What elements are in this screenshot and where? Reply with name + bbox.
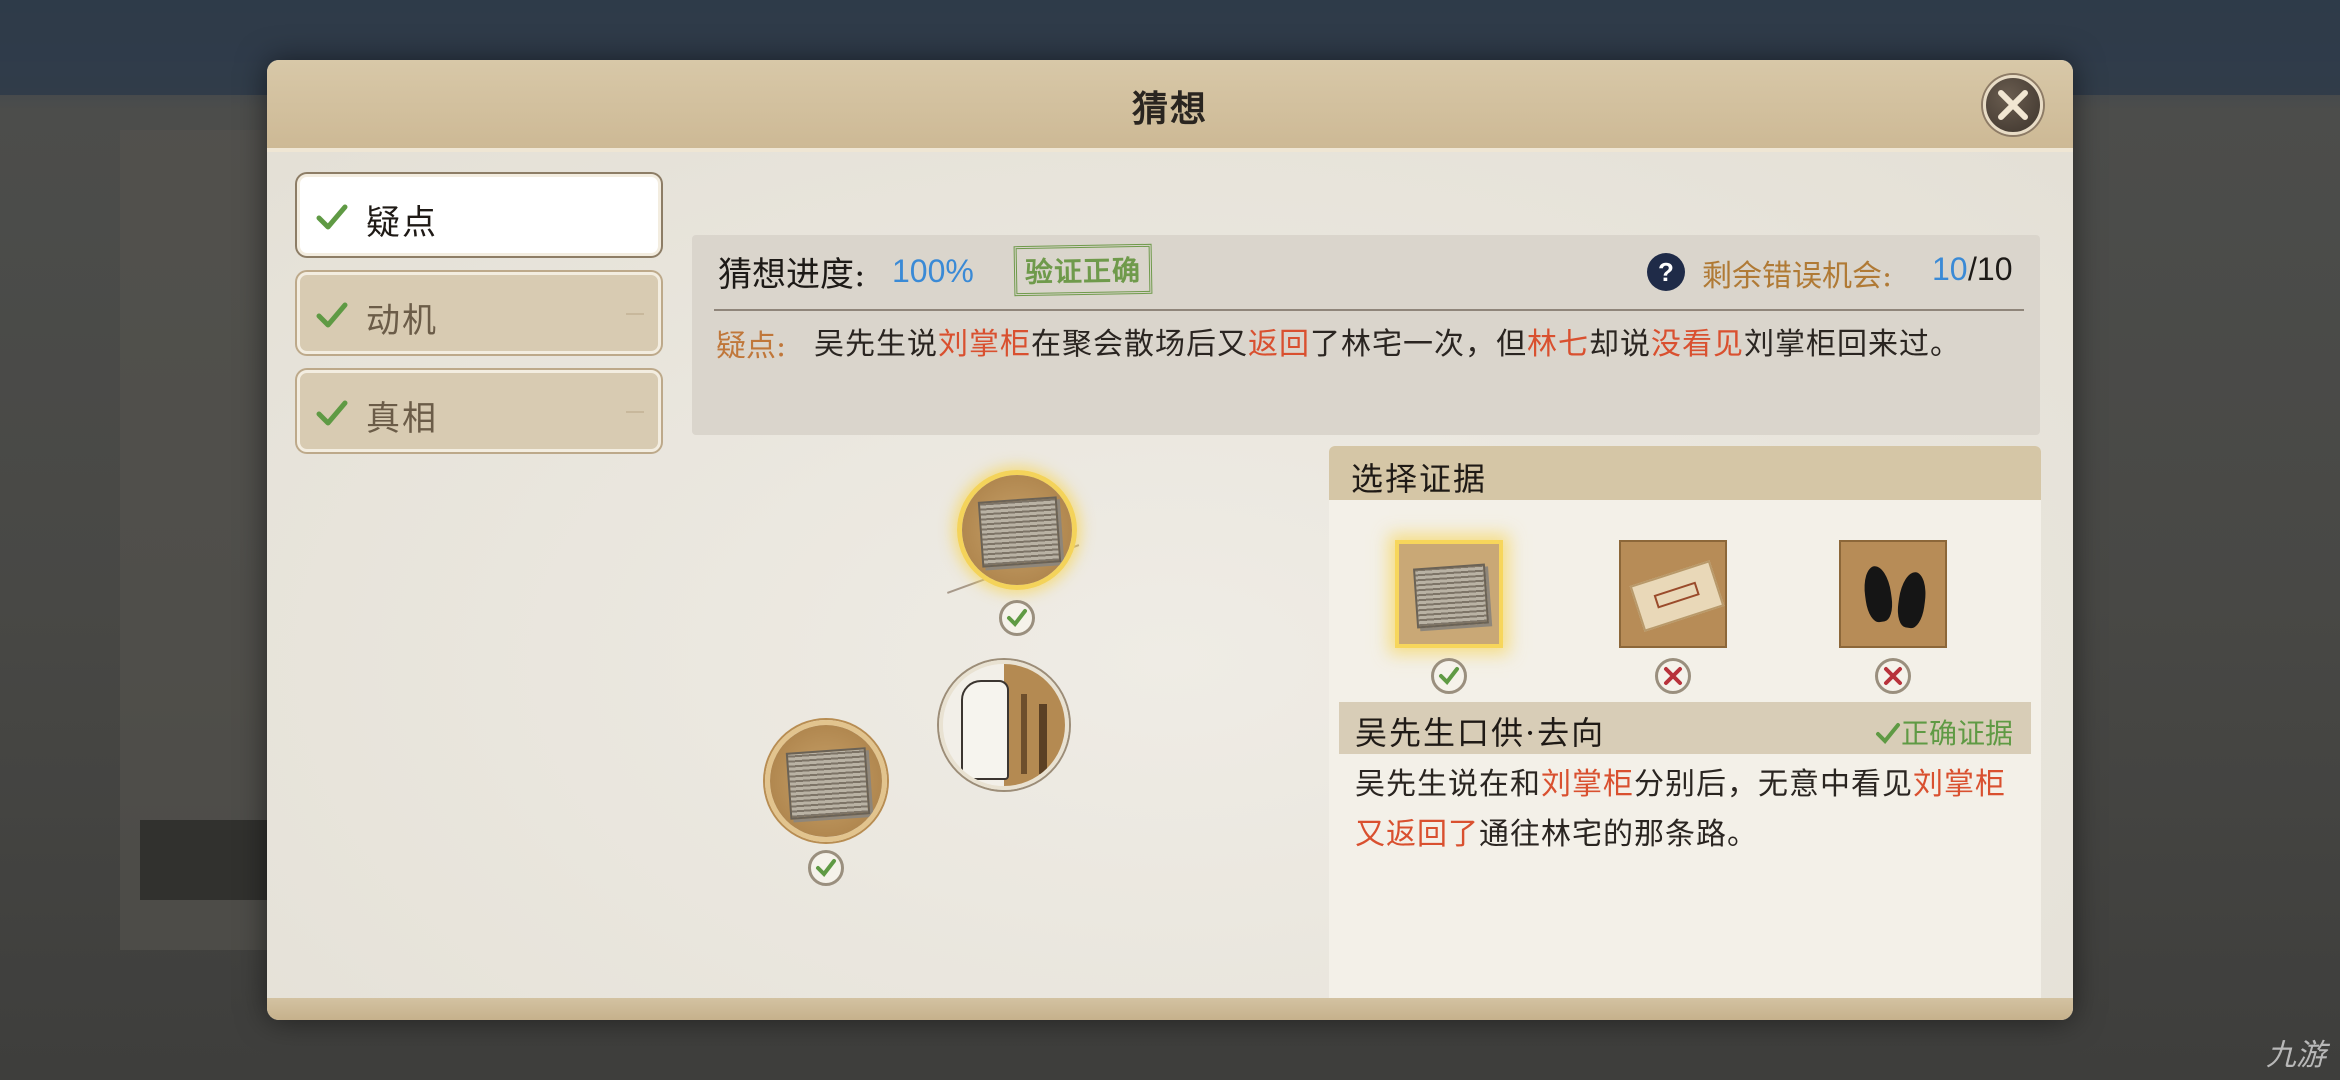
tab-truth[interactable]: 真相 (297, 370, 661, 452)
help-icon[interactable]: ? (1647, 253, 1685, 291)
tab-dash (626, 411, 644, 413)
doubt-info-panel: 猜想进度: 100% 验证正确 ? 剩余错误机会: 10 /10 疑点: 吴先生… (692, 235, 2040, 435)
ledger-icon (1412, 563, 1490, 629)
tab-motive[interactable]: 动机 (297, 272, 661, 354)
dialog-body: 疑点 动机 真相 猜想进度: 100% 验证正确 ? 剩余错误机会: 10 /1… (267, 152, 2073, 1020)
dialog-title: 猜想 (1131, 88, 1208, 130)
ledger-icon (977, 496, 1061, 568)
close-button[interactable] (1983, 75, 2043, 135)
watermark: 九游 (2266, 1039, 2326, 1072)
doubt-text: 吴先生说刘掌柜在聚会散场后又返回了林宅一次，但林七却说没看见刘掌柜回来过。 (814, 327, 1961, 362)
chances-left: 10 (1932, 251, 1968, 287)
node-correct-badge (999, 600, 1035, 636)
check-icon (316, 302, 348, 328)
evidence-slot-ledger[interactable] (1395, 540, 1503, 648)
cross-icon (1884, 667, 1902, 685)
dialog-footer (267, 998, 2073, 1020)
ticket-icon (1629, 560, 1725, 632)
tab-label: 动机 (366, 301, 438, 341)
ledger-icon (785, 746, 871, 820)
evidence-name: 吴先生口供·去向 (1355, 714, 1606, 752)
evidence-name-bar: 吴先生口供·去向 正确证据 (1339, 702, 2031, 754)
progress-label: 猜想进度: (718, 255, 866, 295)
evidence-wrong-badge (1655, 658, 1691, 694)
evidence-correct-badge (1431, 658, 1467, 694)
check-icon (1875, 723, 1900, 744)
dialog-header: 猜想 (267, 60, 2073, 152)
close-icon (1998, 90, 2028, 120)
verified-stamp: 验证正确 (1013, 243, 1153, 297)
graph-node-center[interactable] (939, 660, 1069, 790)
conjecture-dialog: 猜想 疑点 动机 真相 猜想进度: 100% 验证正确 ? 剩余错误机会: 10… (267, 60, 2073, 1020)
check-icon (316, 204, 348, 230)
doubt-label: 疑点: (716, 329, 787, 364)
evidence-title: 选择证据 (1351, 460, 1488, 498)
tab-label: 真相 (366, 399, 438, 439)
node-correct-badge (808, 850, 844, 886)
check-icon (1439, 667, 1459, 686)
graph-node-ledger[interactable] (765, 720, 887, 842)
check-icon (816, 859, 836, 878)
check-icon (1007, 609, 1027, 628)
cross-icon (1664, 667, 1682, 685)
evidence-description: 吴先生说在和刘掌柜分别后，无意中看见刘掌柜又返回了通往林宅的那条路。 (1355, 767, 2006, 852)
divider (714, 309, 2024, 311)
chances-total: /10 (1968, 251, 2013, 287)
check-icon (316, 400, 348, 426)
correct-evidence-tag: 正确证据 (1875, 712, 2013, 752)
tab-label: 疑点 (366, 203, 438, 243)
chances-label: 剩余错误机会: (1702, 259, 1893, 294)
tab-doubt[interactable]: 疑点 (297, 174, 661, 256)
portrait-icon (961, 680, 1009, 780)
evidence-wrong-badge (1875, 658, 1911, 694)
progress-value: 100% (892, 253, 974, 289)
evidence-slot-ticket[interactable] (1619, 540, 1727, 648)
tab-dash (626, 313, 644, 315)
evidence-panel: 选择证据 吴先生口供·去向 正确证据 吴先生说在和刘掌柜分别后，无意中看见刘掌柜… (1329, 446, 2041, 1020)
evidence-slot-footprints[interactable] (1839, 540, 1947, 648)
graph-node-ledger[interactable] (957, 470, 1077, 590)
evidence-header: 选择证据 (1329, 446, 2041, 500)
